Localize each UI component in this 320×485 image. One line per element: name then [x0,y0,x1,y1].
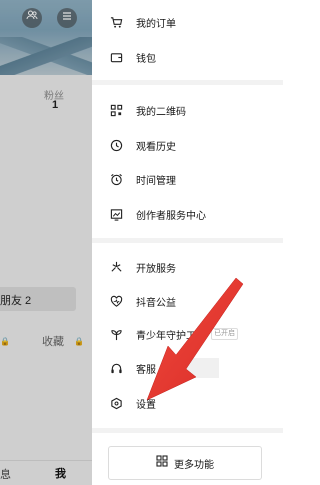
more-features-button[interactable]: 更多功能 [108,446,262,480]
profile-background: 粉丝 1 朋友 2 🔒 收藏 🔒 息 我 [0,0,92,485]
side-drawer: 我的订单 钱包 我的二维码 观看历史 时间管理 创作者服务中心 开放服务 抖音公… [92,0,283,485]
menu-label: 开放服务 [136,263,176,275]
menu-label: 客服 [136,364,156,376]
menu-label: 钱包 [136,53,156,65]
chart-icon [109,207,123,221]
menu-item-creator-center[interactable]: 创作者服务中心 [92,202,283,226]
menu-item-teen-mode[interactable]: 青少年守护工具 已开启 [92,322,283,346]
cart-icon [109,15,123,29]
sprout-icon [109,327,123,341]
menu-item-time-manage[interactable]: 时间管理 [92,167,283,191]
settings-hexagon-icon [109,396,123,410]
menu-item-wallet[interactable]: 钱包 [92,45,283,69]
menu-item-history[interactable]: 观看历史 [92,133,283,157]
menu-label: 我的二维码 [136,106,186,118]
menu-label: 抖音公益 [136,297,176,309]
menu-label: 设置 [136,399,156,411]
menu-label: 创作者服务中心 [136,210,206,222]
sparkle-icon [109,260,123,274]
menu-item-charity[interactable]: 抖音公益 [92,289,283,313]
more-features-label: 更多功能 [174,459,214,471]
grid-icon [156,454,168,472]
menu-label: 青少年守护工具 [136,330,206,342]
heart-icon [109,294,123,308]
section-divider [92,428,283,433]
overlay-dim[interactable] [0,0,92,485]
alarm-clock-icon [109,172,123,186]
redacted-area [171,358,219,378]
menu-item-open-service[interactable]: 开放服务 [92,255,283,279]
menu-label: 观看历史 [136,141,176,153]
menu-item-qrcode[interactable]: 我的二维码 [92,98,283,122]
status-badge: 已开启 [211,328,238,340]
section-divider [92,80,283,85]
menu-label: 时间管理 [136,175,176,187]
history-icon [109,138,123,152]
menu-item-orders[interactable]: 我的订单 [92,10,283,34]
menu-label: 我的订单 [136,18,176,30]
headset-icon [109,361,123,375]
wallet-icon [109,50,123,64]
qrcode-icon [109,103,123,117]
menu-item-settings[interactable]: 设置 [92,391,283,415]
section-divider [92,238,283,243]
